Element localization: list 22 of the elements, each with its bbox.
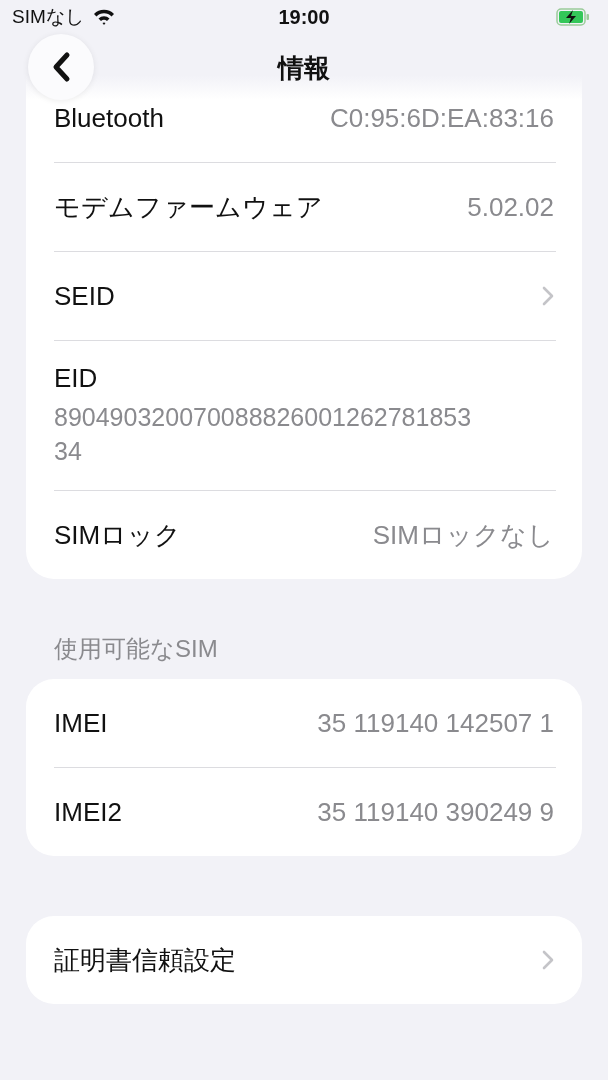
row-value: 5.02.02 [467,191,554,223]
settings-row-link[interactable]: 証明書信頼設定 [54,916,582,1004]
back-button[interactable] [28,34,94,100]
settings-row-link[interactable]: SEID [54,252,582,340]
carrier-label: SIMなし [12,5,84,29]
row-value: 89049032007008882600126278185334 [54,402,473,467]
row-value: C0:95:6D:EA:83:16 [329,102,554,134]
chevron-right-icon [542,286,554,306]
row-label: Bluetooth [54,102,164,134]
row-label: モデムファームウェア [54,190,323,224]
row-label: IMEI2 [54,796,122,828]
status-time: 19:00 [278,5,330,29]
row-value: 35 119140 390249 9 [317,796,554,828]
row-label: SIMロック [54,518,182,552]
row-value: 35 119140 142507 1 [317,707,554,739]
page-title: 情報 [278,52,330,85]
section-header: 使用可能なSIM [53,634,219,664]
row-value: SIMロックなし [372,518,554,552]
row-label: IMEI [54,707,108,739]
chevron-left-icon [51,51,71,83]
chevron-right-icon [542,950,554,970]
row-label: EID [54,363,98,394]
